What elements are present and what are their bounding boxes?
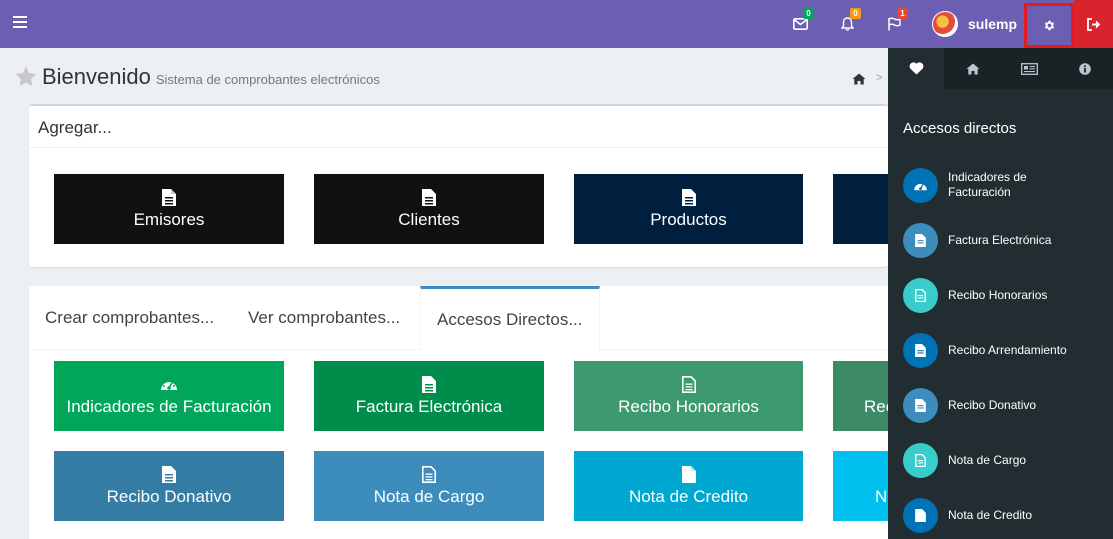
- breadcrumb-home[interactable]: [852, 72, 866, 90]
- tab-crear-comprobantes[interactable]: Crear comprobantes...: [29, 286, 230, 350]
- user-menu[interactable]: sulemp: [932, 0, 1017, 48]
- control-sidebar: Accesos directos Indicadores de Facturac…: [888, 48, 1113, 539]
- tab-bar: Crear comprobantes... Ver comprobantes..…: [29, 286, 888, 351]
- file-text-icon: [422, 465, 436, 483]
- file-text-icon: [162, 465, 176, 483]
- dashboard-icon: [903, 167, 938, 203]
- tile-label: Recibo Donativo: [106, 487, 232, 506]
- flags-button[interactable]: 1: [876, 0, 912, 48]
- page-header: Bienvenido Sistema de comprobantes elect…: [14, 64, 380, 90]
- ctrl-tab-home[interactable]: [945, 48, 1001, 89]
- file-icon: [903, 222, 938, 258]
- tile-recibo-honorarios[interactable]: Recibo Honorarios: [574, 361, 803, 431]
- newspaper-icon: [1020, 62, 1038, 75]
- tile-emisores[interactable]: Emisores: [54, 174, 284, 244]
- tile-nota-de-cargo[interactable]: Nota de Cargo: [314, 451, 544, 521]
- tile-recibo-partial[interactable]: Rec: [833, 361, 888, 431]
- file-text-icon: [903, 332, 938, 368]
- sign-out-icon: [1086, 17, 1100, 31]
- divider: [29, 147, 888, 148]
- ctrl-tab-news[interactable]: [1001, 48, 1057, 89]
- shortcut-label: Recibo Donativo: [948, 397, 1037, 412]
- tile-nota-partial[interactable]: N: [833, 451, 888, 521]
- logout-button[interactable]: [1074, 0, 1113, 48]
- ctrl-tab-info[interactable]: [1057, 48, 1113, 89]
- tile-partial[interactable]: [833, 174, 888, 244]
- file-icon: [162, 188, 176, 206]
- bell-icon: [840, 17, 854, 31]
- shortcut-indicadores-facturacion[interactable]: Indicadores de Facturación: [903, 167, 1103, 203]
- shortcut-nota-de-credito[interactable]: Nota de Credito: [903, 497, 1103, 533]
- shortcut-label: Recibo Arrendamiento: [948, 342, 1067, 357]
- info-icon: [1079, 62, 1091, 75]
- file-text-icon: [903, 387, 938, 423]
- tile-label: Nota de Cargo: [373, 487, 485, 506]
- shortcut-recibo-donativo[interactable]: Recibo Donativo: [903, 387, 1103, 423]
- shortcut-label: Nota de Cargo: [948, 452, 1027, 467]
- file-icon: [422, 188, 436, 206]
- breadcrumb-separator: >: [876, 72, 883, 84]
- tile-label: Rec: [864, 397, 888, 416]
- tile-label: Recibo Honorarios: [618, 397, 759, 416]
- tabs-box: Crear comprobantes... Ver comprobantes..…: [29, 286, 888, 539]
- tile-nota-de-credito[interactable]: Nota de Credito: [574, 451, 803, 521]
- file-icon: [681, 465, 696, 483]
- file-text-icon: [903, 442, 938, 478]
- control-sidebar-heading: Accesos directos: [903, 120, 1017, 137]
- messages-badge: 0: [803, 8, 814, 19]
- username: sulemp: [968, 16, 1018, 32]
- tile-label: Nota de Credito: [628, 487, 749, 506]
- file-icon: [903, 497, 938, 533]
- notifications-button[interactable]: 0: [829, 0, 865, 48]
- envelope-icon: [792, 18, 808, 30]
- page-subtitle: Sistema de comprobantes electrónicos: [155, 72, 380, 87]
- menu-toggle-icon[interactable]: [13, 16, 27, 30]
- control-sidebar-tabs: [888, 48, 1113, 89]
- avatar: [932, 11, 958, 37]
- tile-productos[interactable]: Productos: [574, 174, 803, 244]
- tile-label: Emisores: [133, 210, 205, 229]
- shortcut-label: Recibo Honorarios: [948, 287, 1048, 302]
- add-box-title: Agregar...: [38, 118, 112, 137]
- ctrl-tab-favorites[interactable]: [888, 48, 944, 89]
- shortcut-label: Nota de Credito: [948, 507, 1033, 522]
- shortcut-recibo-arrendamiento[interactable]: Recibo Arrendamiento: [903, 332, 1103, 368]
- shortcut-label: Factura Electrónica: [948, 232, 1052, 247]
- home-icon: [966, 63, 980, 74]
- add-box: Agregar... Emisores Clientes Productos: [29, 104, 888, 267]
- flags-badge: 1: [897, 8, 908, 19]
- shortcut-recibo-honorarios[interactable]: Recibo Honorarios: [903, 277, 1103, 313]
- settings-button[interactable]: [1024, 3, 1074, 48]
- file-icon: [681, 188, 696, 206]
- tab-accesos-directos[interactable]: Accesos Directos...: [420, 286, 600, 351]
- tile-label: Indicadores de Facturación: [66, 397, 272, 416]
- heart-icon: [909, 62, 923, 75]
- shortcut-label: Indicadores de Facturación: [948, 170, 1027, 199]
- tile-label: Clientes: [398, 210, 460, 229]
- file-text-icon: [681, 375, 696, 393]
- flag-icon: [888, 17, 901, 31]
- tile-indicadores-facturacion[interactable]: Indicadores de Facturación: [54, 361, 284, 431]
- page-title: Bienvenido: [42, 64, 151, 89]
- star-icon[interactable]: [14, 65, 38, 89]
- file-text-icon: [903, 277, 938, 313]
- messages-button[interactable]: 0: [782, 0, 818, 48]
- tile-factura-electronica[interactable]: Factura Electrónica: [314, 361, 544, 431]
- tile-label: Productos: [650, 210, 727, 229]
- tile-recibo-donativo[interactable]: Recibo Donativo: [54, 451, 284, 521]
- top-navbar: 0 0 1 sulemp: [0, 0, 1113, 48]
- gear-icon: [1044, 20, 1054, 31]
- tile-clientes[interactable]: Clientes: [314, 174, 544, 244]
- shortcut-nota-de-cargo[interactable]: Nota de Cargo: [903, 442, 1103, 478]
- file-icon: [422, 375, 436, 393]
- tab-ver-comprobantes[interactable]: Ver comprobantes...: [232, 286, 416, 350]
- shortcut-factura-electronica[interactable]: Factura Electrónica: [903, 222, 1103, 258]
- tile-label: Factura Electrónica: [355, 397, 503, 416]
- home-icon: [852, 73, 866, 85]
- notifications-badge: 0: [850, 8, 861, 19]
- dashboard-icon: [160, 375, 178, 393]
- tile-label: N: [875, 487, 888, 506]
